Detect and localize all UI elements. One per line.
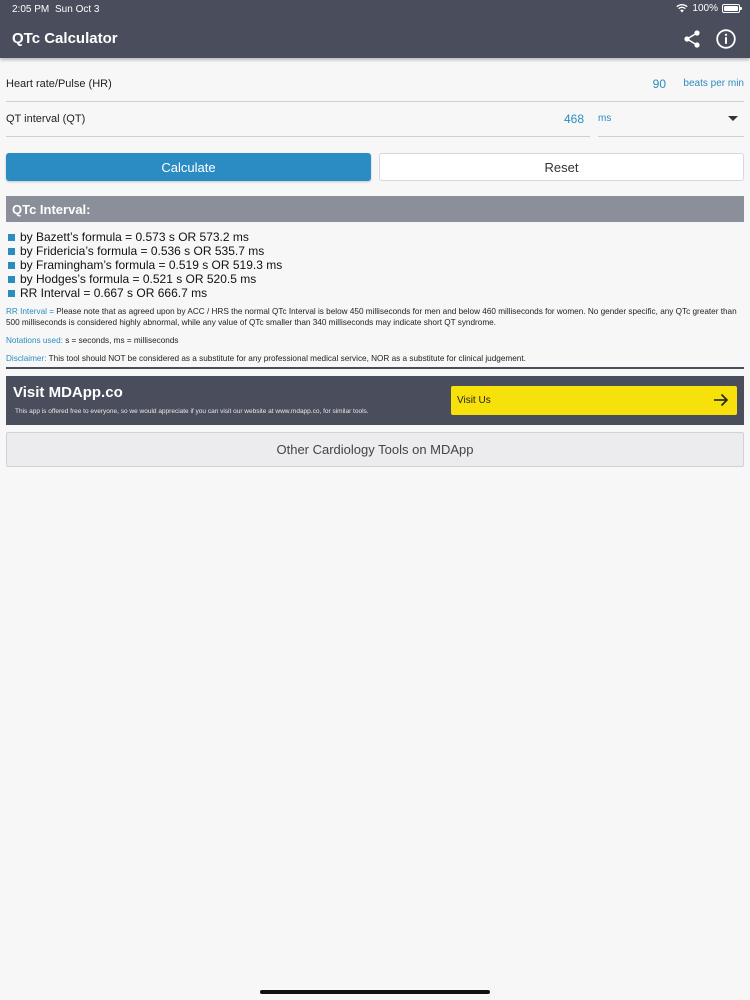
status-right: 100% [676, 3, 742, 14]
notation-text: s = seconds, ms = milliseconds [65, 336, 179, 345]
heart-rate-unit: beats per min [683, 78, 744, 89]
notation-key: Notations used: [6, 336, 63, 345]
result-line: by Bazett’s formula = 0.573 s OR 573.2 m… [8, 230, 742, 244]
other-cardiology-tools-button[interactable]: Other Cardiology Tools on MDApp [6, 432, 744, 467]
page-title: QTc Calculator [12, 30, 118, 47]
result-hodges: by Hodges’s formula = 0.521 s OR 520.5 m… [20, 272, 257, 286]
visit-banner: Visit MDApp.co This app is offered free … [6, 376, 744, 425]
bullet-icon [8, 233, 15, 241]
status-date: Sun Oct 3 [55, 4, 100, 15]
rr-note-key: RR Interval = [6, 307, 55, 316]
app-bar: 2:05 PM Sun Oct 3 100% QTc Calculator [0, 0, 750, 58]
arrow-right-icon [714, 393, 729, 407]
disclaimer-text: This tool should NOT be considered as a … [48, 354, 526, 363]
heart-rate-input[interactable]: 90 [653, 77, 666, 91]
status-bar: 2:05 PM Sun Oct 3 100% [0, 0, 750, 18]
result-rr: RR Interval = 0.667 s OR 666.7 ms [20, 286, 208, 300]
result-bazett: by Bazett’s formula = 0.573 s OR 573.2 m… [20, 230, 249, 244]
result-framingham: by Framingham’s formula = 0.519 s OR 519… [20, 258, 283, 272]
section-divider [6, 367, 744, 369]
chevron-down-icon[interactable] [728, 116, 738, 121]
rr-note: RR Interval = Please note that as agreed… [6, 306, 744, 328]
qt-interval-label: QT interval (QT) [6, 113, 86, 125]
bullet-icon [8, 261, 15, 269]
qt-interval-row: QT interval (QT) 468 ms [6, 101, 744, 137]
visit-us-button[interactable]: Visit Us [451, 386, 737, 415]
bullet-icon [8, 289, 15, 297]
qt-interval-input[interactable]: 468 [564, 112, 584, 126]
result-line: by Framingham’s formula = 0.519 s OR 519… [8, 258, 742, 272]
notation-note: Notations used: s = seconds, ms = millis… [6, 335, 744, 346]
result-list: by Bazett’s formula = 0.573 s OR 573.2 m… [8, 230, 742, 300]
qt-unit-underline [598, 136, 744, 137]
disclaimer-key: Disclaimer: [6, 354, 47, 363]
rr-note-text: Please note that as agreed upon by ACC /… [6, 307, 737, 327]
result-fridericia: by Fridericia’s formula = 0.536 s OR 535… [20, 244, 265, 258]
reset-button[interactable]: Reset [379, 153, 744, 181]
result-header: QTc Interval: [6, 196, 744, 222]
status-time: 2:05 PM [12, 4, 50, 15]
visit-us-label: Visit Us [457, 395, 491, 406]
qt-unit-select[interactable]: ms [598, 113, 611, 124]
visit-title: Visit MDApp.co [13, 384, 123, 401]
bullet-icon [8, 275, 15, 283]
share-icon[interactable] [682, 29, 702, 49]
battery-icon [722, 4, 742, 13]
visit-subtitle: This app is offered free to everyone, so… [15, 408, 369, 415]
result-line: by Hodges’s formula = 0.521 s OR 520.5 m… [8, 272, 742, 286]
qt-input-underline [6, 136, 590, 137]
heart-rate-label: Heart rate/Pulse (HR) [6, 78, 112, 90]
wifi-icon [676, 4, 689, 13]
bullet-icon [8, 247, 15, 255]
notes-section: RR Interval = Please note that as agreed… [6, 306, 744, 371]
result-line: by Fridericia’s formula = 0.536 s OR 535… [8, 244, 742, 258]
info-icon[interactable] [715, 28, 737, 50]
heart-rate-row: Heart rate/Pulse (HR) 90 beats per min [6, 66, 744, 102]
home-indicator[interactable] [260, 990, 490, 994]
calculate-button[interactable]: Calculate [6, 153, 371, 181]
battery-percent: 100% [692, 3, 718, 14]
disclaimer-note: Disclaimer: This tool should NOT be cons… [6, 353, 744, 364]
result-line: RR Interval = 0.667 s OR 666.7 ms [8, 286, 742, 300]
